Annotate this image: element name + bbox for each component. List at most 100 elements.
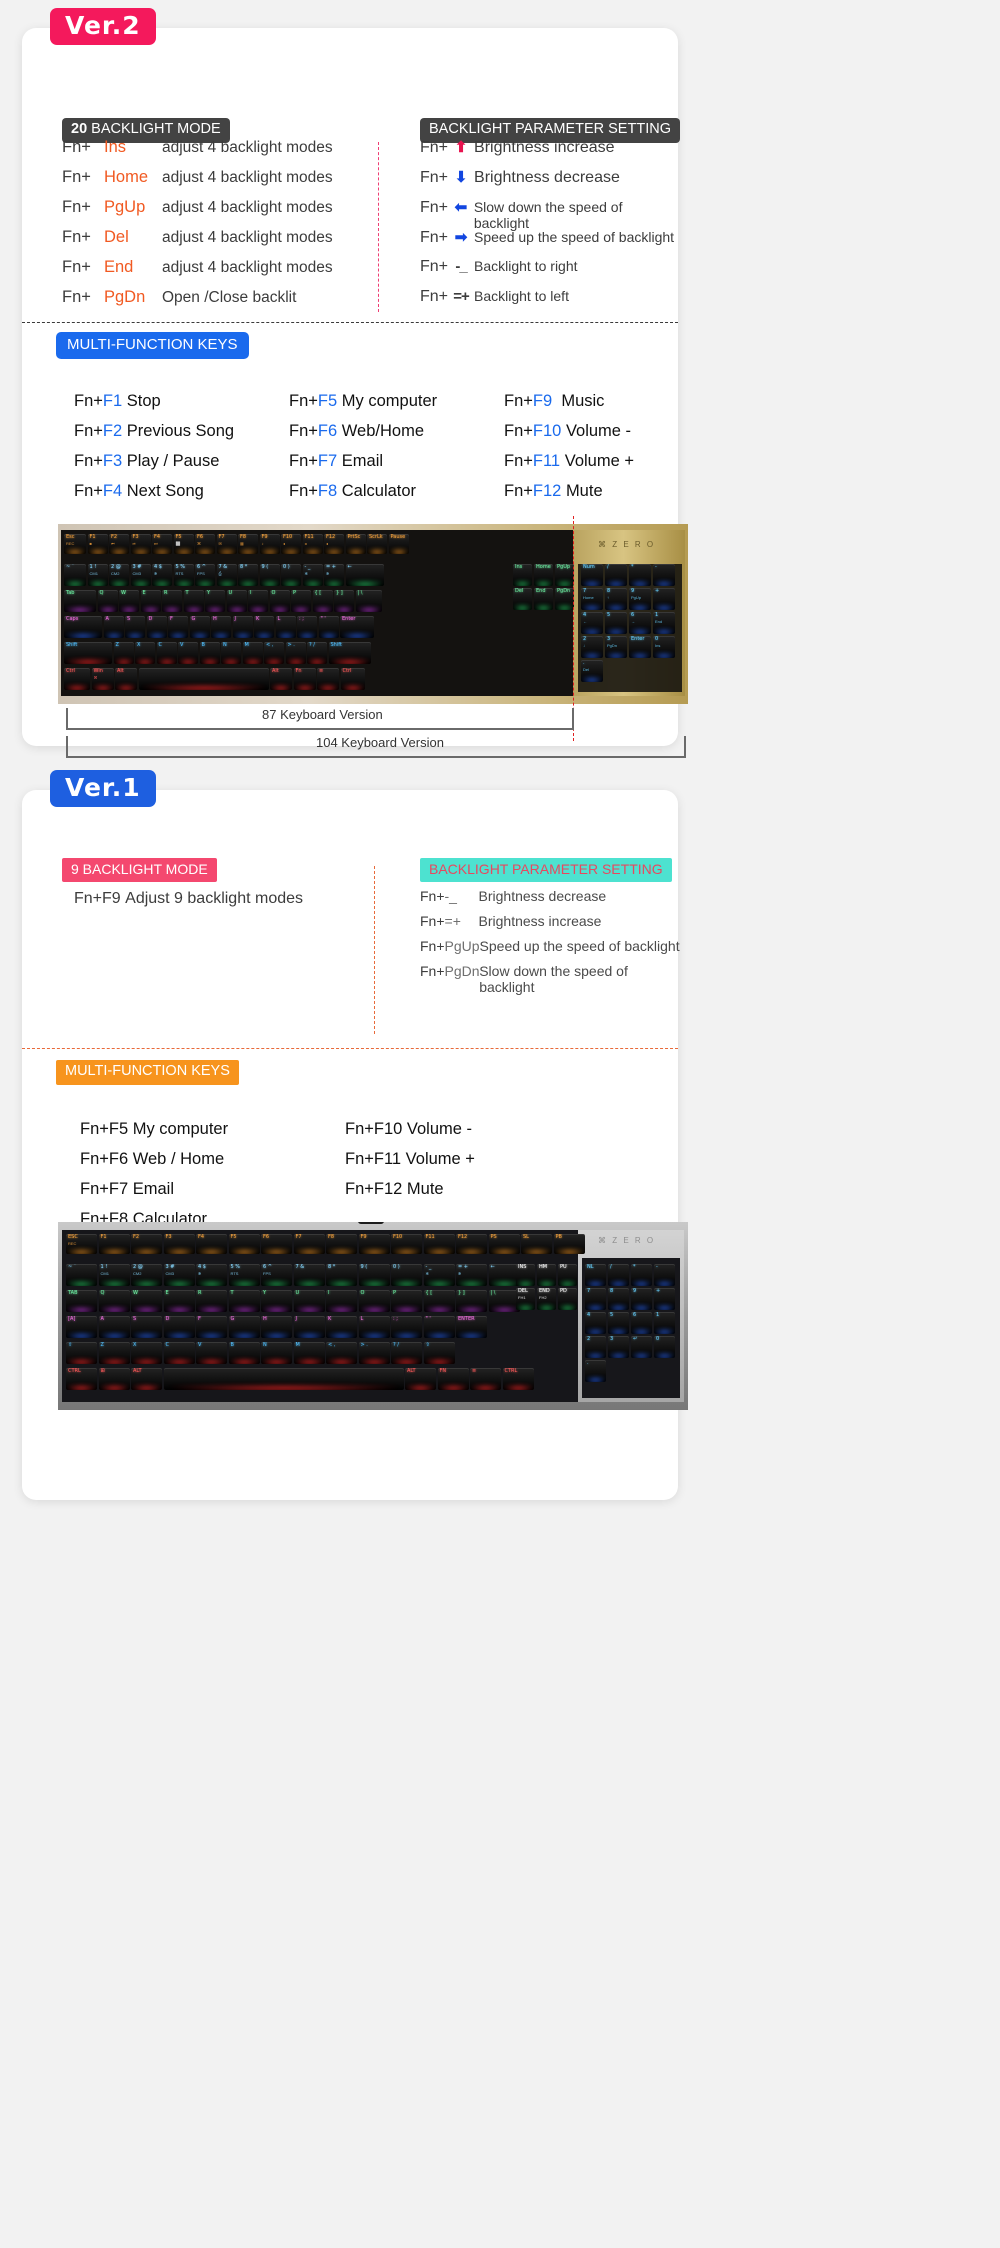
table-cell: Fn+F5 My computer [289, 392, 504, 411]
keycap: : ; [391, 1316, 422, 1338]
keycap-legend: 2 @ [133, 1264, 143, 1270]
keycap: I [326, 1290, 357, 1312]
key-backlight-glow [605, 654, 627, 658]
key-backlight-glow [558, 1282, 577, 1286]
keycap-sublegend: REC [66, 541, 75, 546]
keycap-legend: X [133, 1342, 137, 1348]
keycap: [A] [66, 1316, 97, 1338]
key-backlight-glow [318, 634, 339, 638]
keycap-legend: 9 ( [360, 1264, 368, 1270]
keycap: | \ [488, 1290, 520, 1312]
fn-label: Fn+ [420, 199, 449, 216]
keycap-legend: / [610, 1264, 612, 1270]
fn-label: Fn+ [420, 229, 449, 246]
key-label: F2 [102, 422, 123, 440]
key-backlight-glow [195, 550, 215, 554]
keycap: U [226, 590, 247, 612]
keycap-legend: H [263, 1316, 267, 1322]
keycap-legend: 7 & [295, 1264, 305, 1270]
keycap-legend: 4 [587, 1312, 591, 1318]
key-backlight-glow [502, 1386, 534, 1390]
keycap-legend: F12 [326, 534, 336, 540]
key-backlight-glow [358, 1360, 390, 1364]
key-backlight-glow [456, 1282, 487, 1286]
keycap-legend: P [293, 590, 297, 596]
keycap-legend: Fn [295, 668, 302, 674]
key-backlight-glow [183, 608, 204, 612]
keycap-legend: Z [115, 642, 119, 648]
table-row: Fn+F6 Web / Home Fn+F11 Volume + [80, 1150, 660, 1180]
keycap: ≡ [317, 668, 339, 690]
keycap-sublegend: CM2 [111, 571, 120, 576]
key-backlight-glow [653, 582, 675, 586]
keycap-legend: SL [523, 1234, 529, 1240]
keycap-legend: Alt [272, 668, 279, 674]
keycap: C [156, 642, 177, 664]
key-backlight-glow [98, 1282, 130, 1286]
keycap: F3 ⏯ [130, 534, 151, 554]
key-description: Volume + [564, 452, 634, 470]
keycap-legend: " ' [320, 616, 326, 622]
keycap-sublegend: Home [583, 595, 594, 600]
key-description: Brightness increase [474, 139, 615, 156]
key-backlight-glow [64, 608, 96, 612]
keycap: W [119, 590, 139, 612]
key-backlight-glow [196, 1250, 227, 1254]
key-backlight-glow [293, 1308, 325, 1312]
keycap: 2 ↓ [581, 636, 603, 658]
keycap: K [254, 616, 274, 638]
key-backlight-glow [103, 634, 124, 638]
keycap-legend: 6 ^ [197, 564, 206, 570]
key-backlight-glow [264, 660, 284, 664]
fn-label: Fn+ [62, 198, 91, 216]
keycap-legend: Q [99, 590, 104, 596]
keycap: F8 [326, 1234, 357, 1254]
keycap-legend: F4 [198, 1234, 205, 1240]
keycap: A [98, 1316, 130, 1338]
fn-label: Fn+ [74, 392, 103, 410]
key-backlight-glow [205, 608, 225, 612]
keycap: = + ✻ [324, 564, 344, 586]
key-description: Brightness increase [478, 913, 602, 929]
cable-connector [358, 1222, 384, 1224]
key-backlight-glow [513, 606, 532, 610]
keycap [163, 1368, 404, 1390]
arrow-up-icon: ⬆ [454, 139, 468, 156]
version-2-panel: Ver.2 20 BACKLIGHT MODE BACKLIGHT PARAME… [22, 8, 688, 758]
keycap: 3 # CM3 [130, 564, 151, 586]
keycap-legend: 5 [610, 1312, 614, 1318]
keycap-legend: ESC [68, 1234, 78, 1240]
keycap-legend: Ctrl [342, 668, 352, 674]
keycap-legend: F2 [111, 534, 118, 540]
key-backlight-glow [581, 654, 603, 658]
key-label: F5 [317, 392, 338, 410]
keycap: L [358, 1316, 390, 1338]
keycap-legend: - _ [425, 1264, 432, 1270]
keycap: F4 [196, 1234, 227, 1254]
key-backlight-glow [109, 582, 129, 586]
keycap-legend: R [164, 590, 168, 596]
keycap-sublegend: ✻ [198, 1271, 202, 1276]
key-backlight-glow [391, 1360, 422, 1364]
keycap-legend: ← [347, 564, 352, 570]
keycap-legend: P [393, 1290, 397, 1296]
key-backlight-glow [98, 1334, 130, 1338]
keycap: E [140, 590, 161, 612]
keycap-legend: K [328, 1316, 332, 1322]
keycap-legend: F8 [240, 534, 247, 540]
key-backlight-glow [654, 1330, 675, 1334]
keycap-legend: DEL [518, 1288, 528, 1294]
key-backlight-glow [358, 1250, 390, 1254]
table-cell: Fn+F7 Email [80, 1180, 174, 1198]
keycap: F7 [293, 1234, 325, 1254]
key-description: adjust 4 backlight modes [162, 199, 333, 216]
keycap-legend: ENTER [458, 1316, 475, 1322]
keycap-legend: D [148, 616, 153, 622]
keycap-legend: Y [263, 1290, 267, 1296]
parameter-setting-list: Fn+ ⬆ Brightness increase Fn+ ⬇ Brightne… [420, 138, 680, 318]
keycap-legend: : ; [393, 1316, 398, 1322]
backlight-mode-chip-label: BACKLIGHT MODE [87, 121, 221, 137]
keycap: { [ [423, 1290, 455, 1312]
key-backlight-glow [131, 1250, 162, 1254]
keycap-legend: | \ [357, 590, 363, 596]
